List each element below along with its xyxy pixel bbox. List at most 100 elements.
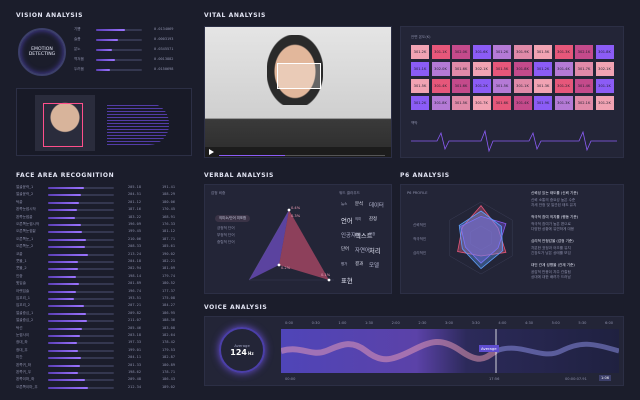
face-area-row: 입꼬리_1 193.51 175.08 (16, 295, 192, 302)
face-area-row: 광대_좌 197.33 178.42 (16, 339, 192, 346)
pulse-waveform (411, 129, 617, 153)
voice-title: VOICE ANALYSIS (204, 304, 268, 311)
face-area-label: 왼쪽귀_좌 (16, 362, 32, 367)
emotion-label: 분노 (74, 47, 81, 51)
face-area-row: 콧볼_2 202.94 181.09 (16, 265, 192, 272)
face-area-value-b: 178.71 (162, 370, 175, 374)
heatmap-cell: 301.6K (452, 62, 470, 76)
heatmap-cell: 301.3K (554, 45, 573, 59)
right-time: 00:00:07.91 (565, 377, 587, 381)
face-area-value-a: 209.48 (128, 377, 141, 382)
time-tick: 3:30 (471, 321, 480, 325)
face-area-value-b: 180.52 (162, 281, 175, 286)
heatmap-cell: 301.8K (513, 62, 532, 76)
video-controls[interactable] (205, 147, 391, 157)
verbal-title: VERBAL ANALYSIS (204, 172, 274, 179)
face-area-label: 광대_우 (16, 347, 28, 352)
face-area-label: 콧볼_1 (16, 259, 27, 263)
face-area-value-b: 189.02 (162, 384, 175, 389)
face-area-value-b: 182.21 (162, 259, 175, 263)
p6-title: P6 ANALYSIS (400, 172, 450, 179)
p6-text-list: 신뢰성 있는 태도를 (신뢰 기준) 신뢰 소통의 중요성 높은 수준 자세 안… (531, 191, 621, 289)
face-area-value-a: 198.14 (128, 273, 141, 278)
face-area-value-a: 197.33 (128, 340, 141, 345)
face-area-value-a: 201.12 (128, 199, 141, 204)
face-area-value-a: 204.11 (128, 355, 141, 360)
emotion-bar (96, 69, 110, 71)
face-area-value-b: 175.08 (162, 296, 175, 300)
face-area-bar (48, 364, 80, 367)
face-area-value-b: 168.91 (162, 214, 175, 219)
face-area-bar (48, 283, 80, 286)
emotion-row: 분노 0.0345571 (74, 46, 192, 54)
face-area-row: 코끝 213.24 190.02 (16, 251, 192, 258)
heatmap-cell: 301.2K (595, 96, 614, 110)
p6-item: 대인 관계 성향을 (관계 기준) 공감적 반응이 자주 관찰됨 상대에 대한 … (531, 263, 621, 280)
face-scan-box (277, 63, 321, 89)
face-area-value-b: 184.27 (162, 303, 175, 308)
emotion-row: 역겨움 0.0013882 (74, 56, 192, 64)
heatmap-cell: 302.1K (575, 96, 593, 110)
face-area-label: 오른쪽눈썹끝 (16, 229, 36, 234)
face-area-row: 왼쪽귀_좌 201.33 180.89 (16, 362, 192, 369)
cursor-tag: Average (479, 345, 499, 352)
emotion-bar (96, 49, 113, 51)
emotion-bar (96, 39, 119, 41)
heatmap-cell: 301.8K (595, 45, 614, 59)
p6-profile-title: P6 PROFILE (407, 191, 428, 195)
voice-panel: Average 124Hz 0:00 0:30 1:00 1:30 2:00 2:30 3:… (204, 316, 624, 386)
word-cloud-title: 워드 클라우드 (339, 191, 360, 195)
face-area-value-b: 176.33 (162, 222, 175, 226)
face-area-label: 왼쪽귀_우 (16, 370, 32, 374)
face-area-row: 아랫입술 196.74 177.37 (16, 288, 192, 295)
p6-legend-1: 적극적인 (413, 237, 427, 241)
face-area-label: 입꼬리_2 (16, 303, 31, 308)
emotion-label: 기쁨 (74, 27, 81, 31)
time-tick: 4:30 (525, 321, 534, 325)
face-area-row: 턱선 205.46 183.08 (16, 325, 192, 332)
face-area-value-a: 203.18 (128, 333, 141, 337)
play-icon[interactable] (209, 149, 214, 155)
heatmap-cell: 301.1K (411, 62, 429, 76)
face-area-value-b: 170.45 (162, 207, 175, 212)
face-area-row: 오른쪽눈썹끝 199.45 181.12 (16, 228, 192, 235)
verbal-panel: 감정 비중 의미소/단어 미포함 긍정적 단어 부정적 단어 중립적 단어 0.… (204, 184, 392, 294)
heatmap-cell: 301.6K (493, 96, 511, 110)
face-area-value-a: 210.06 (128, 236, 141, 241)
face-area-value-a: 196.09 (128, 222, 141, 226)
face-area-label: 인중 (16, 273, 23, 278)
face-area-row: 광대_우 199.01 179.53 (16, 347, 192, 354)
face-area-value-a: 183.22 (128, 214, 141, 219)
face-area-bar (48, 194, 81, 197)
face-area-row: 오른쪽눈_1 210.06 187.71 (16, 236, 192, 243)
face-area-bar (48, 335, 81, 337)
emotion-label: 역겨움 (74, 57, 84, 61)
face-area-bar (48, 357, 81, 360)
heatmap-cell: 302.0K (452, 45, 470, 59)
face-area-row: 오른쪽이마_우 212.34 189.02 (16, 384, 192, 391)
heatmap-cell: 301.9K (534, 96, 552, 110)
heatmap-cell: 302.1K (575, 45, 593, 59)
face-scan-gradient (107, 103, 169, 145)
emotion-value: 0.0134069 (154, 27, 174, 31)
face-area-row: 오른쪽눈_2 208.33 185.61 (16, 243, 192, 250)
face-area-value-a: 201.89 (128, 281, 141, 286)
word-cloud-word: 표현 (341, 277, 353, 285)
heatmap-cell: 301.5K (411, 79, 429, 93)
face-area-label: 얼굴중심_2 (16, 318, 34, 323)
right-tag: 1:06 (599, 375, 612, 381)
face-area-bar (48, 379, 85, 382)
heatmap-cell: 301.1K (513, 79, 532, 93)
p6-legend-0: 신뢰적인 (413, 223, 427, 227)
face-area-label: 왼쪽눈썹끝 (16, 214, 33, 219)
face-area-row: 얼굴중심_2 211.07 188.36 (16, 317, 192, 324)
face-area-value-a: 212.34 (128, 384, 141, 389)
face-area-value-b: 190.02 (162, 251, 175, 256)
p6-item: 적극적 참여 의지를 (행동 기준) 적극적 참여가 높은 편으로 다양한 상황… (531, 215, 621, 232)
face-area-row: 얼굴중심_1 209.82 186.95 (16, 310, 192, 317)
video-player[interactable] (204, 26, 392, 158)
face-area-row: 얼굴윤곽_1 205.18 191.41 (16, 184, 192, 191)
face-area-value-a: 204.51 (128, 192, 141, 197)
video-progress[interactable] (219, 155, 385, 156)
heatmap-cell: 302.0K (431, 62, 450, 76)
